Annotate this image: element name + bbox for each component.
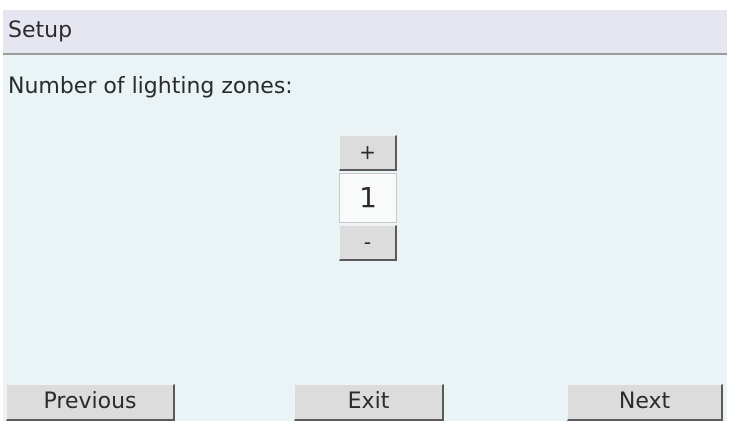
previous-button[interactable]: Previous: [6, 384, 175, 421]
page-title: Setup: [8, 18, 73, 43]
zone-count-value: 1: [339, 173, 397, 223]
lighting-zones-label: Number of lighting zones:: [8, 74, 293, 99]
decrement-button[interactable]: -: [339, 225, 397, 261]
zone-count-stepper: + 1 -: [339, 135, 397, 261]
increment-button[interactable]: +: [339, 135, 397, 171]
next-button[interactable]: Next: [567, 384, 723, 421]
title-bar: Setup: [3, 10, 727, 55]
setup-screen: Setup Number of lighting zones: + 1 - Pr…: [3, 10, 727, 421]
exit-button[interactable]: Exit: [294, 384, 444, 421]
